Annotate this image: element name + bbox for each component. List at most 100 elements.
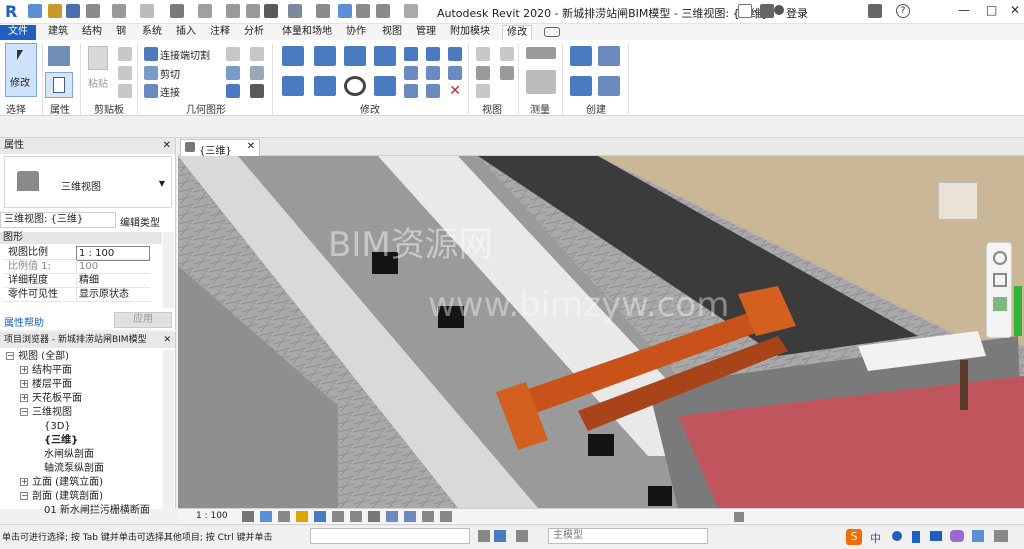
browser-tree-item[interactable]: {3D}: [44, 420, 71, 433]
tab-manage[interactable]: 管理: [412, 25, 440, 40]
open-folder-icon[interactable]: [48, 4, 62, 18]
tab-file[interactable]: 文件: [0, 25, 36, 40]
tree-expander-icon[interactable]: −: [6, 352, 14, 360]
properties-button[interactable]: [45, 72, 73, 98]
edit-type-button[interactable]: 编辑类型: [120, 214, 174, 229]
tree-expander-icon[interactable]: +: [20, 380, 28, 388]
render-icon[interactable]: [314, 511, 326, 522]
type-selector[interactable]: 三维视图 ▼: [4, 156, 172, 208]
help-icon[interactable]: ?: [896, 4, 910, 18]
reveal-hidden-icon[interactable]: [404, 511, 416, 522]
browser-tree-item[interactable]: 天花板平面: [32, 392, 82, 405]
browser-tree-item[interactable]: 立面 (建筑立面): [32, 476, 103, 489]
tab-structure[interactable]: 结构: [78, 25, 106, 40]
modify-button[interactable]: 修改: [5, 43, 37, 97]
array-icon[interactable]: [404, 66, 418, 80]
close-browser-icon[interactable]: ✕: [163, 332, 171, 348]
tab-steel[interactable]: 钢: [112, 25, 130, 40]
temp-hide-icon[interactable]: [386, 511, 398, 522]
create-assembly-icon[interactable]: [570, 46, 592, 66]
join-button[interactable]: 连接: [160, 84, 180, 99]
browser-tree-item[interactable]: 结构平面: [32, 364, 72, 377]
shadows-icon[interactable]: [296, 511, 308, 522]
create-group-icon[interactable]: [570, 76, 592, 96]
browser-scrollbar[interactable]: [163, 350, 174, 509]
hammer-icon[interactable]: [250, 84, 264, 98]
dimension-icon[interactable]: [226, 4, 240, 18]
join-geometry-icon[interactable]: [144, 84, 158, 98]
wall-joins-icon[interactable]: [226, 66, 240, 80]
type-properties-icon[interactable]: [48, 46, 70, 66]
close-hidden-icon[interactable]: [356, 4, 370, 18]
dimension-tool-icon[interactable]: [526, 70, 556, 94]
properties-help-link[interactable]: 属性帮助: [4, 314, 44, 329]
text-icon[interactable]: [264, 4, 278, 18]
measure-distance-icon[interactable]: [526, 47, 556, 59]
section-icon[interactable]: [316, 4, 330, 18]
tag-icon[interactable]: [246, 4, 260, 18]
tab-annotate[interactable]: 注释: [206, 25, 234, 40]
lock-view-icon[interactable]: [368, 511, 380, 522]
offset-icon[interactable]: [314, 46, 336, 66]
tab-analyze[interactable]: 分析: [240, 25, 268, 40]
browser-tree-item[interactable]: 三维视图: [32, 406, 72, 419]
switch-windows-icon[interactable]: [376, 4, 390, 18]
skin-icon[interactable]: [950, 530, 964, 542]
cut-geometry-icon[interactable]: [144, 66, 158, 80]
sync-icon[interactable]: [86, 4, 100, 18]
tree-expander-icon[interactable]: +: [20, 366, 28, 374]
graphics-section[interactable]: 图形: [0, 232, 162, 244]
visual-style-icon[interactable]: [260, 511, 272, 522]
move-icon[interactable]: [282, 76, 304, 96]
override-icon[interactable]: [500, 47, 514, 61]
highlight-displacement-icon[interactable]: [440, 511, 452, 522]
undo-icon[interactable]: [112, 4, 126, 18]
ime-punctuation-icon[interactable]: [892, 531, 902, 541]
thin-lines-icon[interactable]: [338, 4, 352, 18]
sun-path-icon[interactable]: [278, 511, 290, 522]
ime-mode[interactable]: 中: [870, 530, 881, 546]
view-fit-icon[interactable]: [993, 297, 1007, 311]
type-dropdown-icon[interactable]: ▼: [159, 179, 165, 188]
copy-icon[interactable]: [314, 76, 336, 96]
show-crop-icon[interactable]: [350, 511, 362, 522]
tab-addins[interactable]: 附加模块: [446, 25, 494, 40]
tab-collaborate[interactable]: 协作: [342, 25, 370, 40]
tree-expander-icon[interactable]: −: [20, 492, 28, 500]
remove-paint-icon[interactable]: [250, 66, 264, 80]
split-element-icon[interactable]: [404, 47, 418, 61]
cut-button[interactable]: 剪切: [160, 66, 180, 81]
steering-wheel-icon[interactable]: [993, 251, 1007, 265]
grid-menu-icon[interactable]: [994, 530, 1008, 542]
filter-view-icon[interactable]: [476, 84, 490, 98]
detail-level-icon[interactable]: [242, 511, 254, 522]
demolish-icon[interactable]: [226, 84, 240, 98]
tab-view[interactable]: 视图: [378, 25, 406, 40]
minimize-button[interactable]: —: [958, 3, 970, 17]
align-icon[interactable]: [282, 46, 304, 66]
measure-icon[interactable]: [198, 4, 212, 18]
tab-modify[interactable]: 修改: [502, 25, 532, 40]
properties-scrollbar[interactable]: [163, 232, 174, 308]
search-icon[interactable]: [738, 4, 752, 18]
paint-icon[interactable]: [250, 47, 264, 61]
design-options-icon[interactable]: [516, 530, 528, 542]
browser-tree-item[interactable]: 剖面 (建筑剖面): [32, 490, 103, 503]
rotate-icon[interactable]: [344, 76, 366, 96]
prop-row-parts-visibility[interactable]: 零件可见性 显示原状态: [4, 288, 150, 302]
3d-view-icon[interactable]: [288, 4, 302, 18]
join-cut-icon[interactable]: [144, 47, 158, 61]
close-properties-icon[interactable]: ✕: [163, 138, 171, 154]
microphone-icon[interactable]: [912, 531, 920, 543]
ribbon-toggle-icon[interactable]: [544, 27, 560, 37]
apply-button[interactable]: 应用: [114, 312, 172, 328]
keyboard-icon[interactable]: [930, 531, 942, 541]
maximize-button[interactable]: □: [986, 3, 997, 17]
trim-multiple-icon[interactable]: [426, 84, 440, 98]
user-icon[interactable]: [774, 5, 784, 15]
browser-tree-item[interactable]: 水闸纵剖面: [44, 448, 94, 461]
split-face-icon[interactable]: [226, 47, 240, 61]
copy-clipboard-icon[interactable]: [118, 47, 132, 61]
workset-dropdown[interactable]: 主模型: [548, 528, 708, 544]
delete-icon[interactable]: ✕: [448, 84, 462, 98]
